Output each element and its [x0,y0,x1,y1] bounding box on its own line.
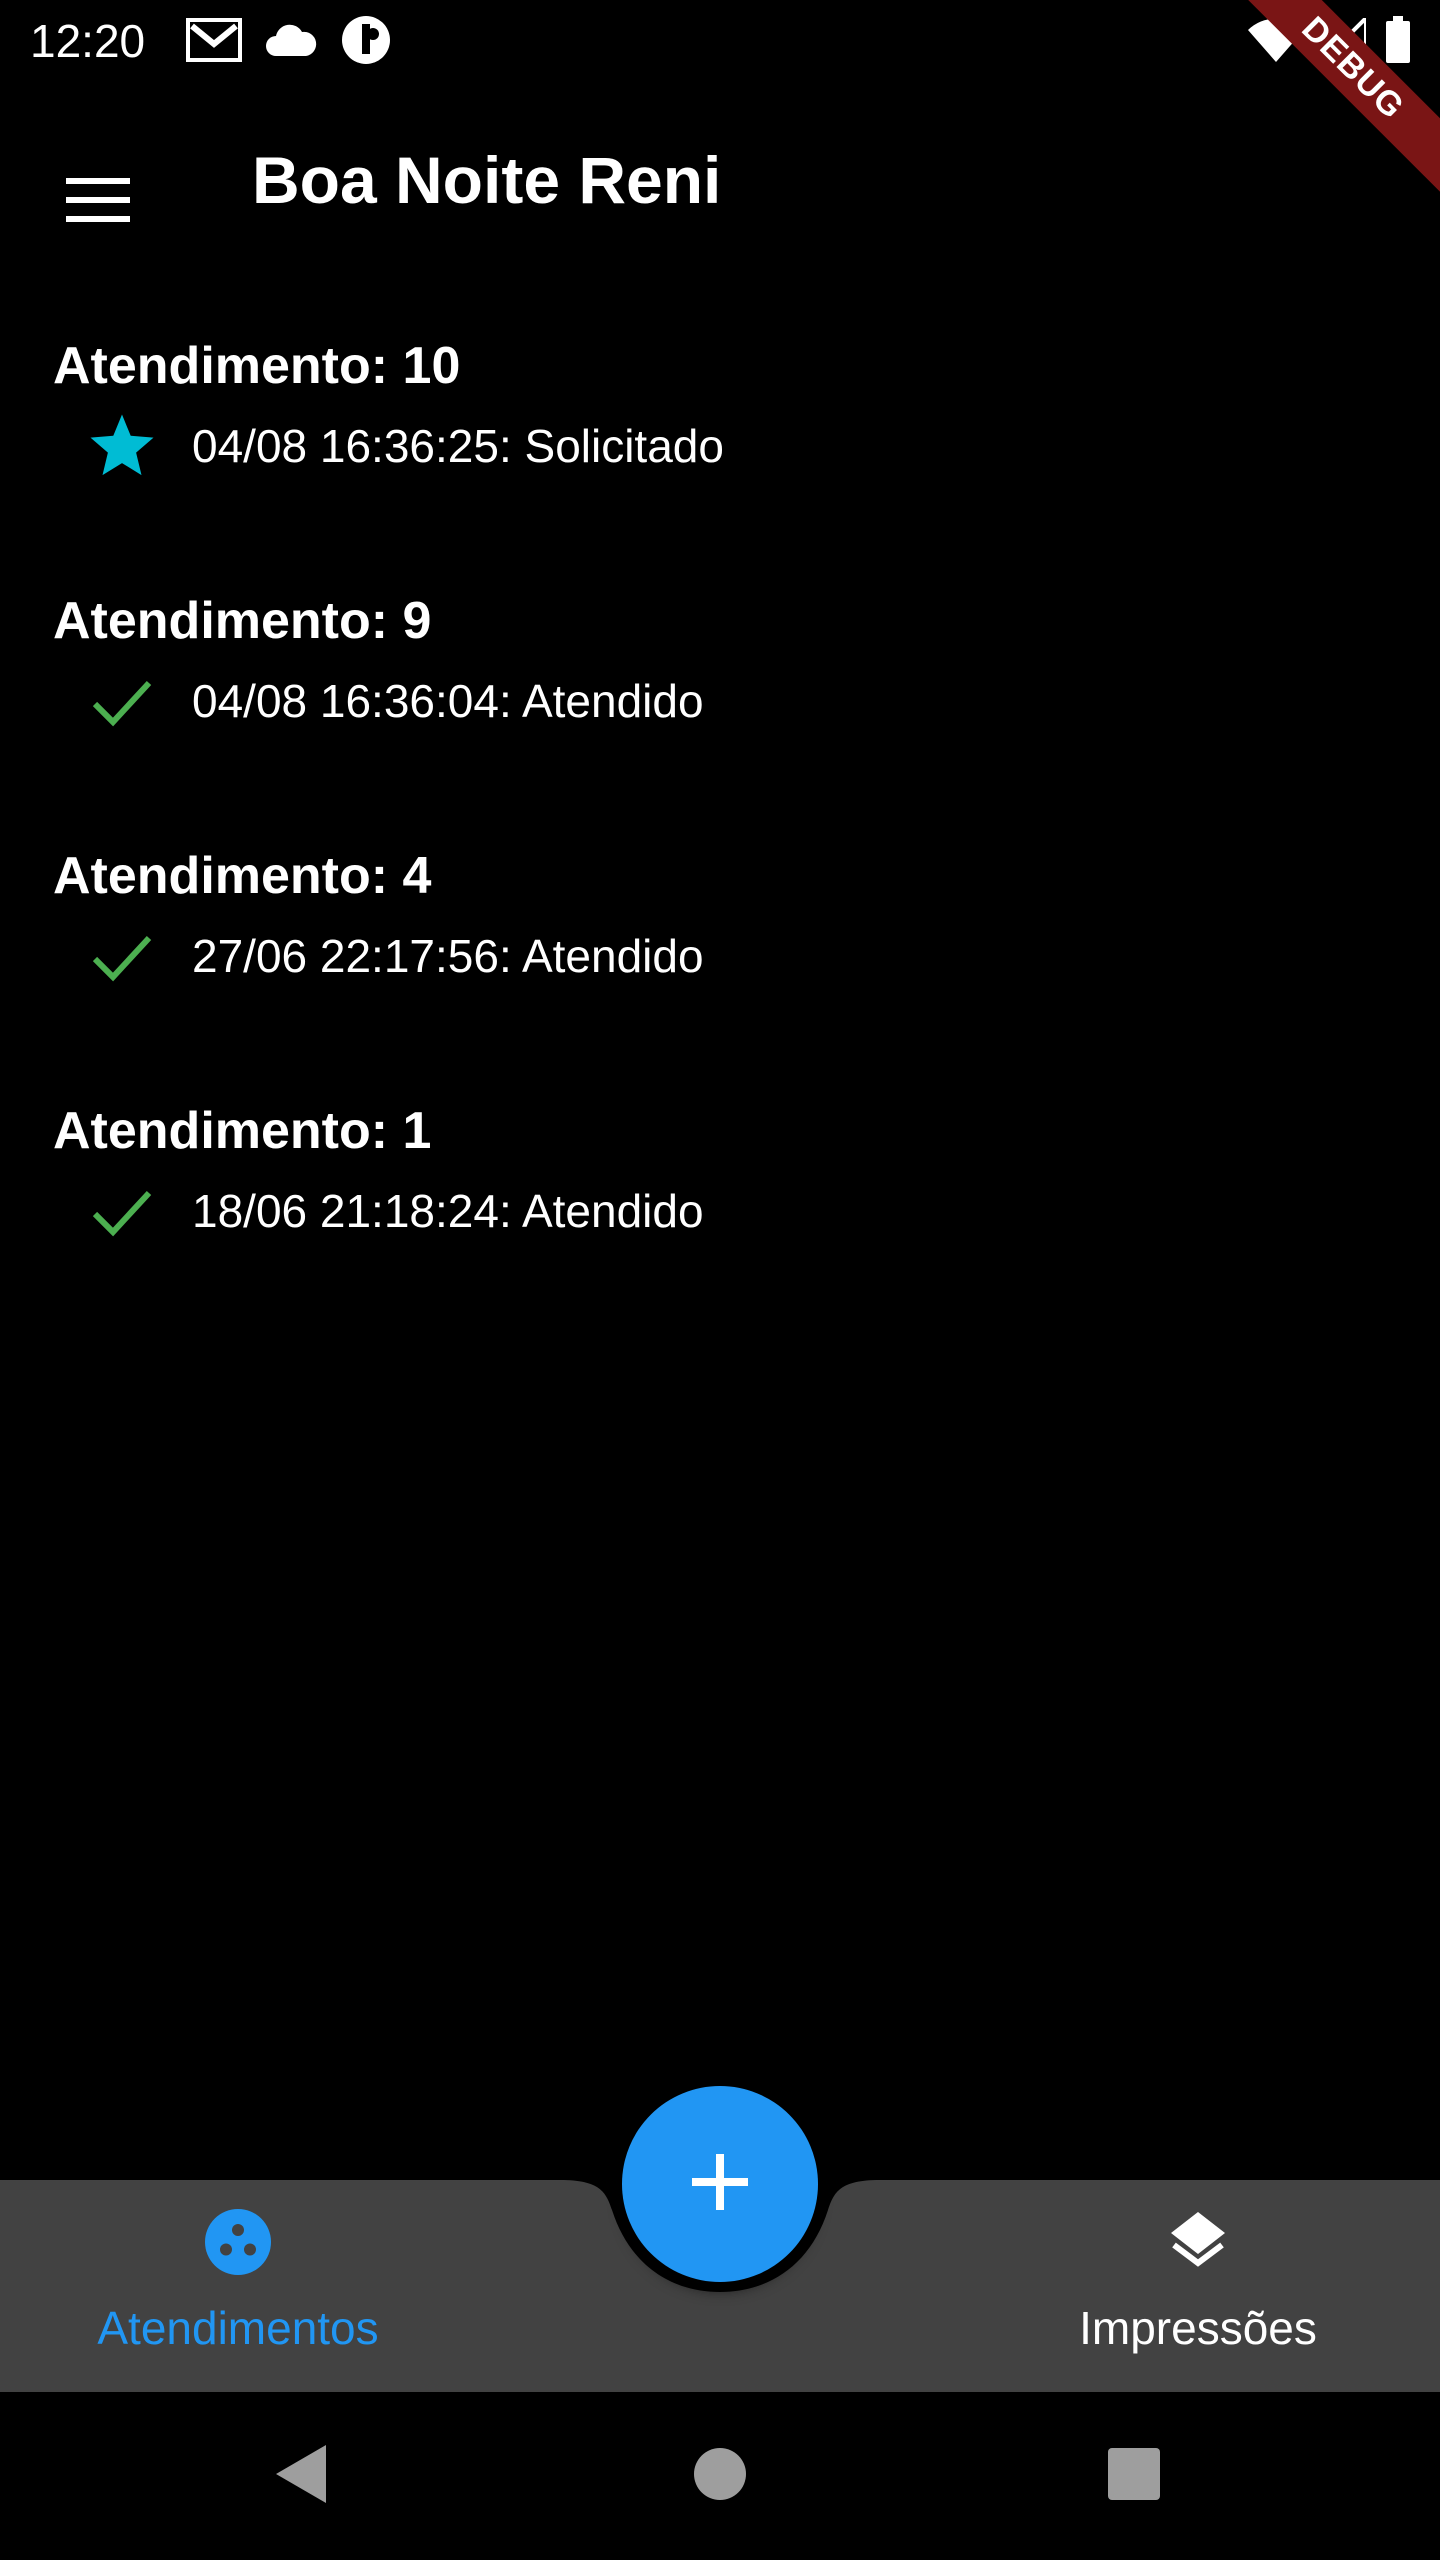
gmail-icon [186,17,242,67]
bubble-dots-icon [202,2206,274,2283]
atendimento-title: Atendimento: 10 [53,337,461,395]
check-icon [86,1175,158,1247]
menu-icon [66,176,130,229]
home-button[interactable] [684,2440,756,2512]
nav-item-impressoes[interactable]: Impressões [1058,2206,1338,2355]
check-icon [86,665,158,737]
back-button[interactable] [266,2440,338,2512]
atendimentos-list: Atendimento: 10 04/08 16:36:25: Solicita… [0,330,1440,1350]
nav-label-impressoes: Impressões [1079,2302,1317,2354]
home-icon [692,2446,748,2507]
atendimento-detail: 27/06 22:17:56: Atendido [192,930,704,982]
list-item[interactable]: Atendimento: 10 04/08 16:36:25: Solicita… [0,330,1440,585]
battery-icon [1384,15,1412,69]
list-item[interactable]: Atendimento: 4 27/06 22:17:56: Atendido [0,840,1440,1095]
status-time: 12:20 [30,15,146,67]
status-bar: 12:20 DEBUG [0,0,1440,204]
atendimento-detail: 04/08 16:36:04: Atendido [192,675,704,727]
plus-icon [692,2153,748,2215]
cloud-icon [264,22,318,63]
atendimento-title: Atendimento: 1 [53,1102,432,1160]
menu-button[interactable] [40,144,156,260]
star-icon [86,410,158,482]
back-icon [272,2443,332,2510]
atendimento-detail: 04/08 16:36:25: Solicitado [192,420,724,472]
list-item[interactable]: Atendimento: 1 18/06 21:18:24: Atendido [0,1095,1440,1350]
app-bar: Boa Noite Reni [0,84,1440,280]
system-navigation-bar [0,2392,1440,2560]
nav-label-atendimentos: Atendimentos [97,2302,379,2354]
page-title: Boa Noite Reni [252,143,722,217]
nav-item-atendimentos[interactable]: Atendimentos [86,2206,390,2355]
atendimento-detail: 18/06 21:18:24: Atendido [192,1185,704,1237]
layers-icon [1162,2206,1234,2283]
list-item[interactable]: Atendimento: 9 04/08 16:36:04: Atendido [0,585,1440,840]
clock-app-icon [340,14,392,71]
atendimento-title: Atendimento: 9 [53,592,432,650]
recents-button[interactable] [1098,2440,1170,2512]
atendimento-title: Atendimento: 4 [53,847,432,905]
recents-icon [1107,2447,1161,2506]
check-icon [86,920,158,992]
notification-icons [186,14,392,71]
add-button[interactable] [622,2086,818,2282]
